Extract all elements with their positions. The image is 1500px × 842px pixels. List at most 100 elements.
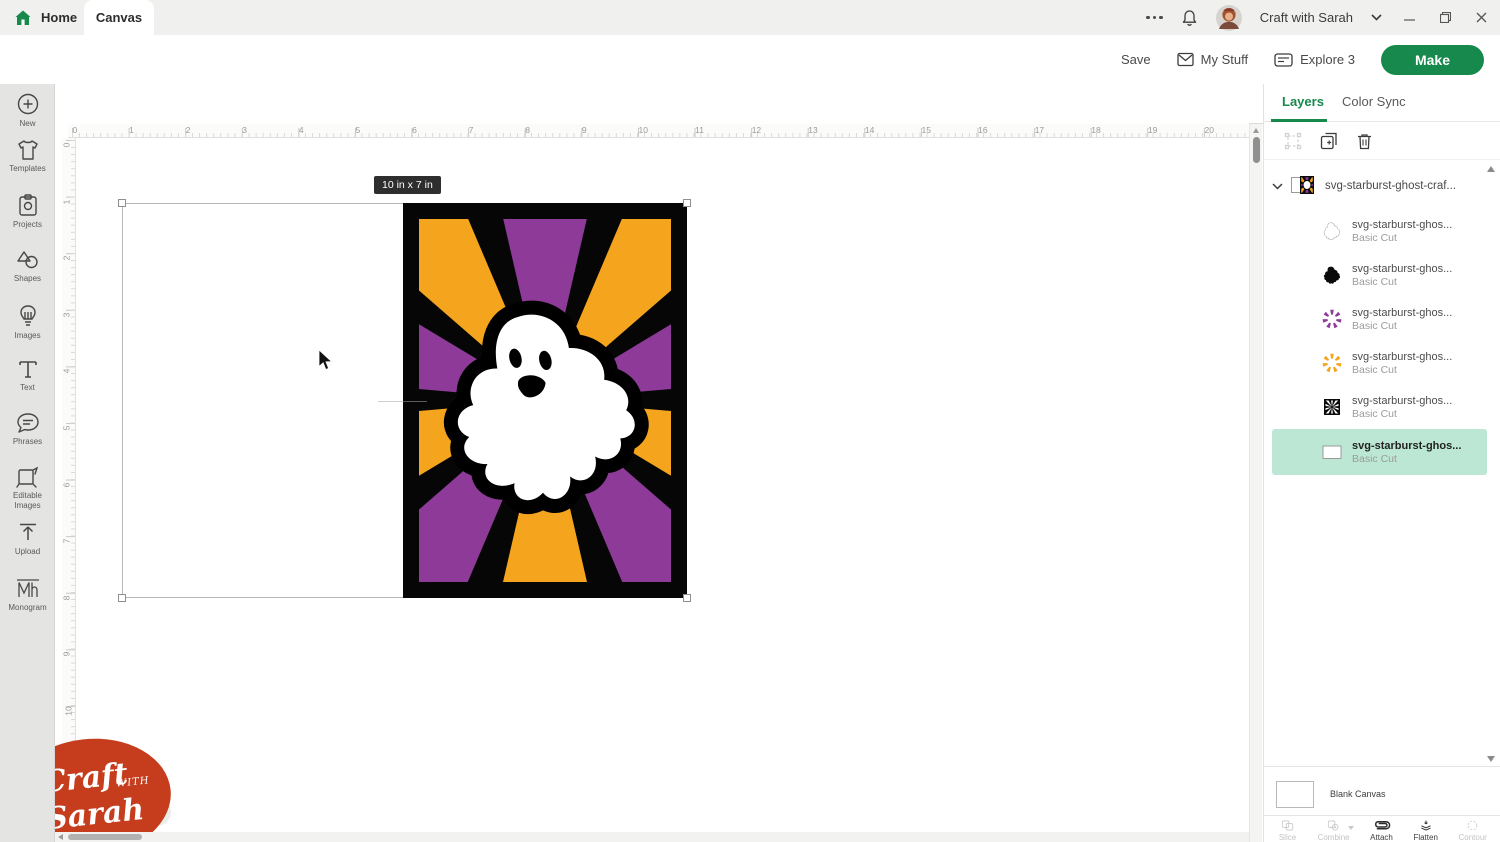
tab-color-sync[interactable]: Color Sync [1342,94,1406,109]
chevron-down-icon[interactable] [1371,14,1382,21]
shapes-icon [16,249,40,271]
selection-handle-top-left[interactable] [118,199,126,207]
ruler-number: 7 [61,539,71,544]
chevron-down-icon[interactable] [1272,183,1283,190]
ruler-number: 11 [695,125,704,135]
selection-handle-bottom-left[interactable] [118,594,126,602]
tab-home[interactable]: Home [14,0,77,35]
top-tab-bar: Home Canvas Craft with Sarah [0,0,1500,35]
layer-operation-type: Basic Cut [1352,364,1452,376]
layer-row[interactable]: svg-starburst-ghos...Basic Cut [1272,429,1487,475]
left-sidebar: NewTemplates Projects Shapes Images Text Phra… [0,84,55,842]
layer-row[interactable]: svg-starburst-ghos...Basic Cut [1272,341,1487,385]
canvas-horizontal-scrollbar[interactable] [55,832,1249,842]
layer-row[interactable]: svg-starburst-ghos...Basic Cut [1272,253,1487,297]
ruler-number: 16 [978,125,987,135]
ruler-number: 10 [639,125,648,135]
layer-name: svg-starburst-ghos... [1352,307,1452,319]
overflow-menu-icon[interactable] [1146,16,1163,20]
close-icon[interactable] [1472,9,1490,27]
sidebar-item-shapes[interactable]: Shapes [0,241,55,284]
ghost-outline-thumbnail [1322,221,1342,241]
layer-name: svg-starburst-ghos... [1352,440,1461,452]
sidebar-item-new[interactable]: New [0,84,55,129]
new-icon [16,92,40,116]
ruler-number: 3 [242,125,247,135]
ruler-number: 8 [61,595,71,600]
blank-canvas-row[interactable]: Blank Canvas [1276,774,1496,814]
panel-scroll-down-arrow[interactable] [1487,756,1495,762]
craft-with-sarah-logo: Craft WITH Sarah [55,739,171,842]
group-thumbnail [1291,176,1317,196]
combine-button[interactable]: Combine [1318,820,1350,842]
layer-name: svg-starburst-ghos... [1352,351,1452,363]
delete-icon[interactable] [1357,133,1372,150]
ruler-number: 5 [61,426,71,431]
attach-button[interactable]: Attach [1370,820,1393,842]
scroll-left-arrow[interactable] [58,834,63,840]
rect-white-thumbnail [1322,442,1342,462]
sidebar-item-phrases[interactable]: Phrases [0,404,55,447]
sidebar-item-upload[interactable]: Upload [0,514,55,557]
starburst-ghost-artwork[interactable] [403,203,687,598]
starburst-black-thumbnail [1322,397,1342,417]
layer-operation-type: Basic Cut [1352,320,1452,332]
attach-icon [1371,820,1393,831]
layer-row[interactable]: svg-starburst-ghos...Basic Cut [1272,297,1487,341]
minimize-icon[interactable] [1400,9,1418,27]
bell-icon[interactable] [1181,9,1198,27]
user-name[interactable]: Craft with Sarah [1260,10,1353,25]
avatar[interactable] [1216,5,1242,31]
sidebar-item-templates[interactable]: Templates [0,131,55,174]
sidebar-item-label: Monogram [8,603,46,613]
panel-scroll-up-arrow[interactable] [1487,166,1495,172]
canvas-area[interactable]: 01234567891011121314151617181920 0123456… [55,84,1249,842]
canvas-vertical-scrollbar[interactable] [1249,124,1262,842]
maximize-icon[interactable] [1436,9,1454,27]
selection-handle-top-right[interactable] [683,199,691,207]
sidebar-item-monogram[interactable]: Monogram [0,570,55,613]
project-bar: Untitled Project* Save My Stuff Explore … [0,35,1500,84]
action-label: Attach [1370,833,1393,842]
duplicate-icon[interactable] [1320,132,1339,150]
tab-layers[interactable]: Layers [1282,94,1324,109]
sidebar-item-text[interactable]: Text [0,350,55,393]
save-button[interactable]: Save [1121,52,1151,67]
contour-button[interactable]: Contour [1458,820,1486,842]
sidebar-item-label: Upload [15,547,40,557]
sidebar-item-projects[interactable]: Projects [0,186,55,230]
scrollbar-thumb[interactable] [68,834,142,840]
layer-group-row[interactable]: svg-starburst-ghost-craf... [1272,171,1486,201]
ruler-number: 20 [1205,125,1214,135]
tab-canvas[interactable]: Canvas [84,0,154,35]
layers-panel-tabs: Layers Color Sync [1264,84,1500,122]
layer-row[interactable]: svg-starburst-ghos...Basic Cut [1272,209,1487,253]
center-guide-line [378,401,403,402]
scroll-up-arrow[interactable] [1253,128,1259,133]
slice-button[interactable]: Slice [1278,820,1297,842]
sidebar-item-editable-images[interactable]: EditableImages [0,458,55,511]
ruler-number: 7 [469,125,474,135]
selection-handle-bottom-right[interactable] [683,594,691,602]
blank-canvas-swatch[interactable] [1276,781,1314,808]
ruler-number: 4 [61,369,71,374]
sidebar-item-label: Text [20,383,35,393]
ruler-number: 8 [525,125,530,135]
group-icon[interactable] [1284,132,1302,150]
scrollbar-thumb[interactable] [1253,137,1260,163]
combine-icon [1324,820,1343,831]
layer-operation-type: Basic Cut [1352,276,1452,288]
layer-name: svg-starburst-ghos... [1352,395,1452,407]
make-button[interactable]: Make [1381,45,1484,75]
layer-row[interactable]: svg-starburst-ghos...Basic Cut [1272,385,1487,429]
my-stuff-button[interactable]: My Stuff [1177,52,1248,67]
upload-icon [17,522,39,544]
ruler-number: 19 [1148,125,1157,135]
layers-panel: Layers Color Sync svg-starburst-ghost-cr… [1263,84,1500,842]
explore-button[interactable]: Explore 3 [1274,52,1355,67]
sidebar-item-images[interactable]: Images [0,296,55,341]
ruler-number: 0 [61,143,71,148]
flatten-button[interactable]: Flatten [1413,820,1437,842]
action-label: Flatten [1413,833,1437,842]
layers-toolbar [1264,123,1500,160]
